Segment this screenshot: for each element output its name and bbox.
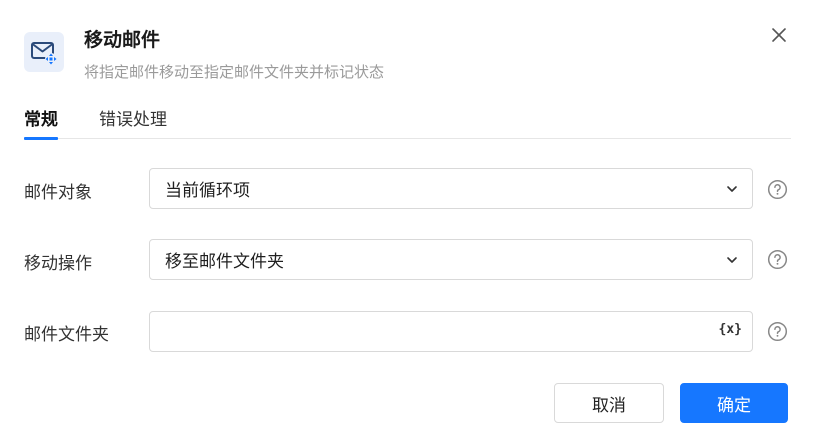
mail-object-help-icon[interactable] xyxy=(767,179,788,200)
move-action-value: 移至邮件文件夹 xyxy=(165,252,284,272)
chevron-down-icon xyxy=(727,257,737,263)
dialog-title: 移动邮件 xyxy=(84,29,161,51)
mail-folder-help-icon[interactable] xyxy=(767,321,788,342)
mail-object-value: 当前循环项 xyxy=(165,181,250,201)
tab-error-handling[interactable]: 错误处理 xyxy=(99,105,167,139)
mail-move-icon xyxy=(24,32,64,72)
variable-icon[interactable]: {x} xyxy=(719,322,742,337)
close-icon[interactable] xyxy=(768,24,790,46)
chevron-down-icon xyxy=(727,186,737,192)
confirm-button[interactable]: 确定 xyxy=(680,383,788,423)
mail-object-select[interactable]: 当前循环项 xyxy=(149,168,753,209)
move-action-label: 移动操作 xyxy=(24,254,92,274)
cancel-button[interactable]: 取消 xyxy=(554,383,664,423)
mail-folder-input[interactable] xyxy=(165,313,705,350)
mail-object-label: 邮件对象 xyxy=(24,183,92,203)
move-action-select[interactable]: 移至邮件文件夹 xyxy=(149,239,753,280)
mail-folder-field[interactable]: {x} xyxy=(149,311,753,352)
mail-folder-label: 邮件文件夹 xyxy=(24,325,109,345)
tab-general[interactable]: 常规 xyxy=(24,105,58,140)
tab-bar: 常规 错误处理 xyxy=(24,105,791,140)
dialog-subtitle: 将指定邮件移动至指定邮件文件夹并标记状态 xyxy=(84,63,385,81)
move-action-help-icon[interactable] xyxy=(767,249,788,270)
